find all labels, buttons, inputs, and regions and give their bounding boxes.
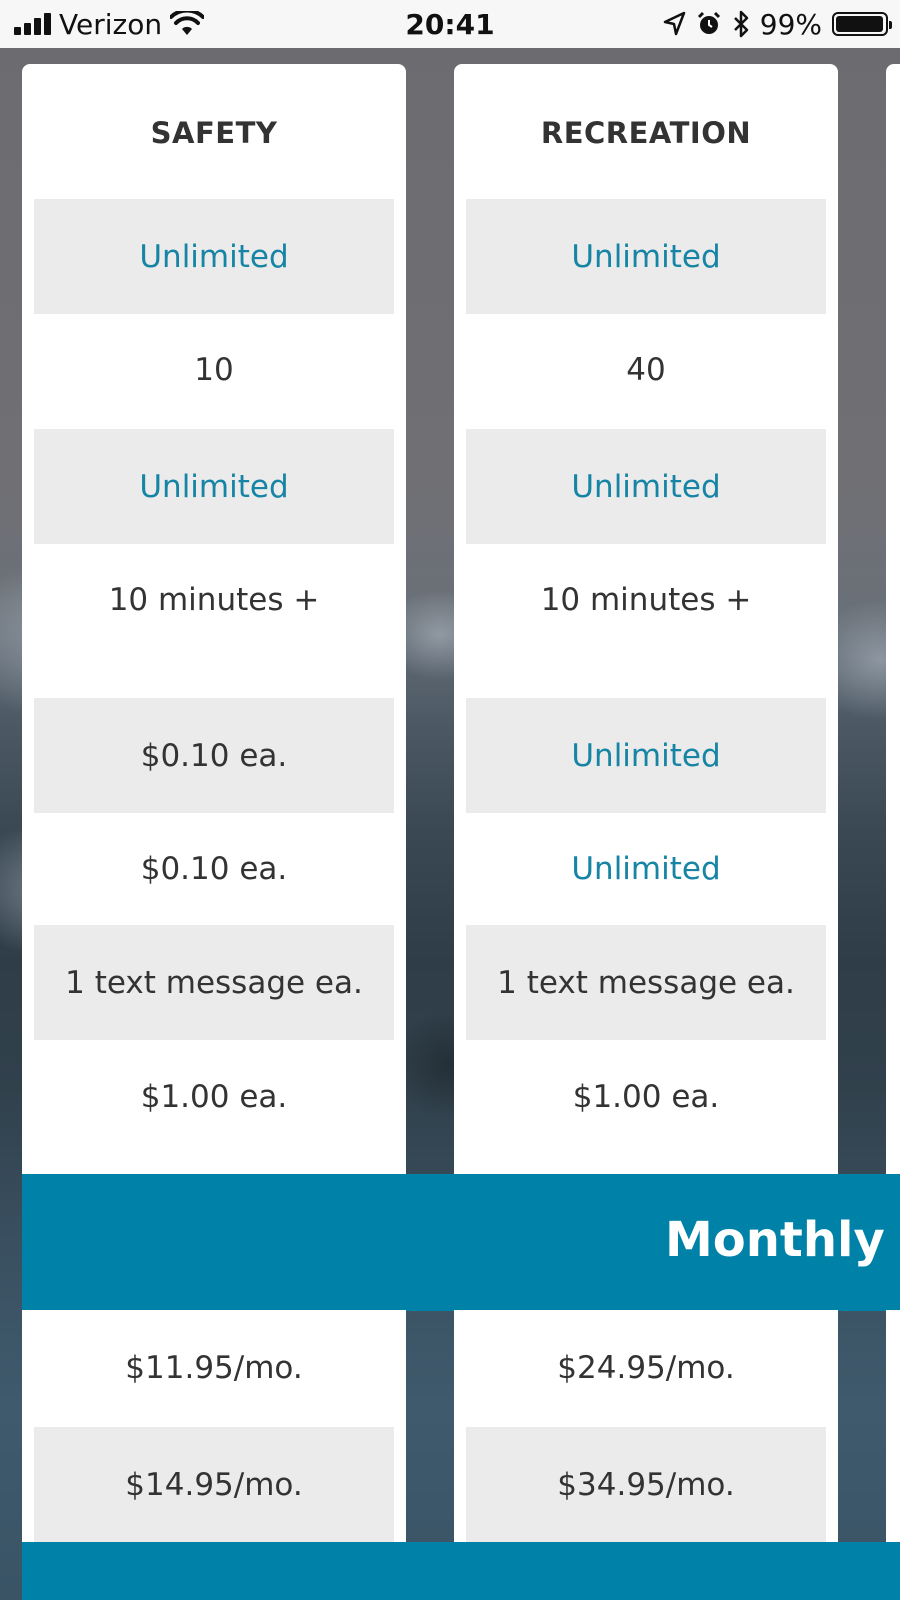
- feature-cell: 1 text message ea.: [34, 925, 394, 1040]
- alarm-icon: [697, 11, 720, 34]
- carrier-label: Verizon: [59, 7, 163, 41]
- feature-cell: Unlimited: [34, 429, 394, 544]
- monthly-prices-partial: [886, 1310, 900, 1542]
- location-arrow-icon: [663, 11, 686, 36]
- monthly-cost-heading: Monthly C: [665, 1212, 900, 1268]
- feature-cell: $0.10 ea.: [140, 850, 288, 887]
- price-cell: $24.95/mo.: [557, 1349, 735, 1386]
- plan-column-recreation: RECREATION Unlimited 40 Unlimited 10 min…: [454, 64, 838, 1174]
- price-cell: $11.95/mo.: [125, 1349, 303, 1386]
- plan-column-partial: [886, 64, 900, 1174]
- signal-icon: [14, 13, 51, 35]
- plan-column-safety: SAFETY Unlimited 10 Unlimited 10 minutes…: [22, 64, 406, 1174]
- feature-cell: Unlimited: [34, 199, 394, 314]
- feature-cell: Unlimited: [466, 698, 826, 813]
- feature-cell: 10 minutes +: [108, 581, 320, 618]
- plan-title: RECREATION: [540, 116, 752, 150]
- feature-cell: Unlimited: [571, 850, 721, 887]
- battery-icon: [832, 12, 892, 36]
- screen: Verizon 20:41 99% SAFETY Unlimited 10 Un…: [0, 0, 900, 1600]
- bottom-band: [22, 1542, 900, 1600]
- status-bar: Verizon 20:41 99%: [0, 0, 900, 48]
- feature-cell: 10: [194, 351, 234, 388]
- price-cell: $14.95/mo.: [34, 1427, 394, 1542]
- feature-cell: 10 minutes +: [540, 581, 752, 618]
- price-cell: $34.95/mo.: [466, 1427, 826, 1542]
- feature-cell: $1.00 ea.: [140, 1078, 288, 1115]
- monthly-prices-recreation: $24.95/mo. $34.95/mo.: [454, 1310, 838, 1542]
- feature-cell: $0.10 ea.: [34, 698, 394, 813]
- feature-cell: $1.00 ea.: [572, 1078, 720, 1115]
- monthly-prices-safety: $11.95/mo. $14.95/mo.: [22, 1310, 406, 1542]
- plan-title: SAFETY: [150, 116, 278, 150]
- feature-cell: 40: [626, 351, 666, 388]
- feature-cell: Unlimited: [466, 429, 826, 544]
- feature-cell: Unlimited: [466, 199, 826, 314]
- bluetooth-icon: [733, 10, 749, 38]
- wifi-icon: [170, 11, 205, 35]
- feature-cell: 1 text message ea.: [466, 925, 826, 1040]
- battery-percent: 99%: [759, 7, 822, 41]
